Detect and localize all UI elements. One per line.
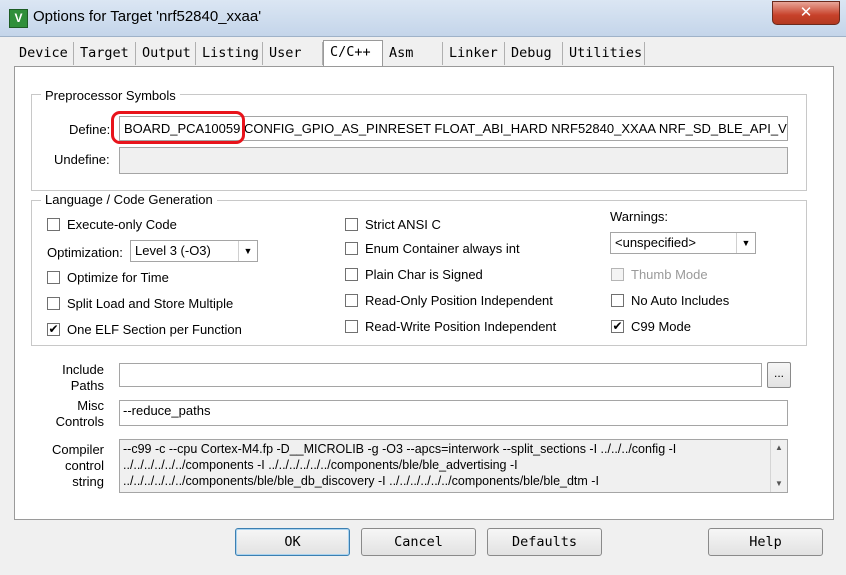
execute-only-label: Execute-only Code [67,217,177,232]
board-symbol-highlight [111,111,245,144]
define-label: Define: [69,122,111,137]
split-load-checkbox[interactable] [47,297,60,310]
tab-device[interactable]: Device [13,42,74,65]
window-title: Options for Target 'nrf52840_xxaa' [33,8,262,25]
compiler-string-line: ../../../../../../components/ble/ble_db_… [123,474,599,488]
one-elf-label: One ELF Section per Function [67,322,242,337]
thumb-mode-checkbox[interactable] [611,268,624,281]
compiler-string-line: --c99 -c --cpu Cortex-M4.fp -D__MICROLIB… [123,442,677,456]
tab-target[interactable]: Target [74,42,136,65]
misc-controls-label-line2: Controls [55,414,104,429]
warnings-label: Warnings: [610,209,669,224]
one-elf-checkbox[interactable]: ✔ [47,323,60,336]
defaults-button[interactable]: Defaults [487,528,602,556]
tab-user[interactable]: User [263,42,323,65]
compiler-control-string[interactable]: --c99 -c --cpu Cortex-M4.fp -D__MICROLIB… [119,439,788,493]
warnings-value: <unspecified> [615,235,696,250]
optimize-time-checkbox[interactable] [47,271,60,284]
strict-ansi-label: Strict ANSI C [365,217,441,232]
enum-container-label: Enum Container always int [365,241,520,256]
compiler-string-scrollbar[interactable]: ▲ ▼ [770,440,787,492]
include-paths-label-line2: Paths [70,378,104,393]
enum-container-checkbox[interactable] [345,242,358,255]
tab-asm[interactable]: Asm [383,42,443,65]
tab-linker[interactable]: Linker [443,42,505,65]
chevron-down-icon: ▼ [736,233,755,253]
tab-output[interactable]: Output [136,42,196,65]
keil-uvision-icon: V [9,9,28,28]
tab-listing[interactable]: Listing [196,42,263,65]
optimization-select[interactable]: Level 3 (-O3) ▼ [130,240,258,262]
no-auto-includes-checkbox[interactable] [611,294,624,307]
include-paths-label-line1: Include [62,362,104,377]
rwpi-label: Read-Write Position Independent [365,319,557,334]
tab-c-cpp[interactable]: C/C++ [323,40,383,66]
optimization-label: Optimization: [47,245,123,260]
no-auto-includes-label: No Auto Includes [631,293,730,308]
help-button[interactable]: Help [708,528,823,556]
c-cpp-tab-panel: Preprocessor Symbols Define: BOARD_PCA10… [14,66,834,520]
rwpi-checkbox[interactable] [345,320,358,333]
chevron-down-icon: ▼ [238,241,257,261]
execute-only-checkbox[interactable] [47,218,60,231]
misc-controls-label-line1: Misc [77,398,104,413]
preprocessor-symbols-legend: Preprocessor Symbols [41,88,180,103]
ok-button[interactable]: OK [235,528,350,556]
scroll-up-icon[interactable]: ▲ [771,440,787,456]
undefine-field[interactable] [119,147,788,174]
split-load-label: Split Load and Store Multiple [67,296,234,311]
compiler-string-label-line3: string [72,474,104,489]
ropi-checkbox[interactable] [345,294,358,307]
plain-char-label: Plain Char is Signed [365,267,483,282]
tab-utilities[interactable]: Utilities [563,42,645,65]
ropi-label: Read-Only Position Independent [365,293,553,308]
misc-controls-input[interactable]: --reduce_paths [119,400,788,426]
plain-char-checkbox[interactable] [345,268,358,281]
warnings-select[interactable]: <unspecified> ▼ [610,232,756,254]
compiler-string-label-line2: control [64,458,104,473]
include-paths-browse-button[interactable]: ... [767,362,791,388]
compiler-string-label-line1: Compiler [51,442,104,457]
title-bar[interactable]: V Options for Target 'nrf52840_xxaa' ✕ [0,0,846,37]
language-code-generation-legend: Language / Code Generation [41,192,217,207]
c99-mode-checkbox[interactable]: ✔ [611,320,624,333]
optimization-value: Level 3 (-O3) [135,243,211,258]
optimize-time-label: Optimize for Time [67,270,169,285]
include-paths-input[interactable] [119,363,762,387]
strict-ansi-checkbox[interactable] [345,218,358,231]
cancel-button[interactable]: Cancel [361,528,476,556]
c99-mode-label: C99 Mode [631,319,691,334]
options-dialog: V Options for Target 'nrf52840_xxaa' ✕ D… [0,0,846,575]
tab-debug[interactable]: Debug [505,42,563,65]
thumb-mode-label: Thumb Mode [631,267,708,282]
compiler-string-line: ../../../../../../components -I ../../..… [123,458,518,472]
close-button[interactable]: ✕ [772,1,840,25]
undefine-label: Undefine: [54,152,110,167]
scroll-down-icon[interactable]: ▼ [771,476,787,492]
